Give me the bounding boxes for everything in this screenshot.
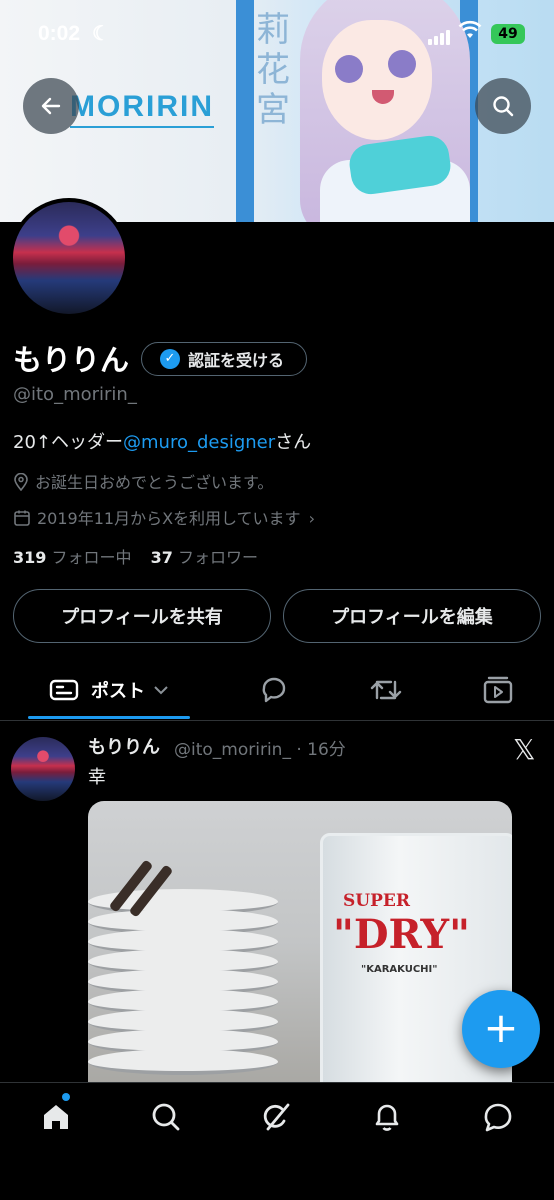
- grok-icon: [263, 1103, 290, 1131]
- x-logo-icon[interactable]: 𝕏: [513, 733, 536, 766]
- bell-icon: [375, 1104, 399, 1131]
- nav-notifications[interactable]: [367, 1097, 407, 1137]
- location-text: お誕生日おめでとうございます。: [35, 473, 274, 492]
- search-button[interactable]: [475, 78, 531, 134]
- verified-badge-icon: ✓: [160, 349, 180, 369]
- tab-replies[interactable]: [244, 660, 304, 720]
- messages-icon: [484, 1103, 512, 1132]
- nav-search[interactable]: [146, 1097, 186, 1137]
- joined-text: 2019年11月からXを利用しています: [37, 509, 301, 528]
- repost-icon: [370, 680, 402, 700]
- glass-brand-top: SUPER: [343, 891, 410, 911]
- tab-posts[interactable]: ポスト: [28, 660, 190, 720]
- profile-joined[interactable]: 2019年11月からXを利用しています ›: [13, 505, 315, 529]
- tab-reposts[interactable]: [356, 660, 416, 720]
- media-icon: [483, 676, 513, 704]
- chevron-right-icon: ›: [308, 509, 315, 528]
- post-photo[interactable]: SUPER "DRY" "KARAKUCHI": [88, 801, 512, 1083]
- search-icon: [152, 1103, 180, 1131]
- profile-tabs: ポスト: [0, 660, 554, 721]
- active-tab-indicator: [28, 716, 190, 719]
- compose-button[interactable]: +: [462, 990, 540, 1068]
- back-button[interactable]: [23, 78, 79, 134]
- glass-sub: "KARAKUCHI": [361, 964, 438, 975]
- chevron-down-icon: [154, 686, 168, 695]
- get-verified-button[interactable]: ✓ 認証を受ける: [141, 342, 307, 376]
- post-handle-time: @ito_moririn_ · 16分: [174, 740, 346, 760]
- banner-logo: MORIRIN: [70, 90, 214, 128]
- status-time: 0:02: [38, 22, 81, 45]
- followers-label: フォロワー: [177, 548, 258, 567]
- profile-handle: @ito_moririn_: [13, 384, 137, 405]
- posts-tab-icon: [49, 679, 79, 701]
- home-icon: [44, 1105, 68, 1129]
- bio-mention-link[interactable]: @muro_designer: [123, 432, 275, 453]
- post-text: 幸: [88, 767, 106, 788]
- bottom-nav: [0, 1082, 554, 1200]
- share-profile-button[interactable]: プロフィールを共有: [13, 589, 271, 643]
- back-arrow-icon: [41, 97, 61, 115]
- profile-location: お誕生日おめでとうございます。: [13, 469, 273, 493]
- tab-posts-label: ポスト: [91, 681, 145, 702]
- bio-text: 20↑ヘッダー: [13, 432, 123, 453]
- following-count: 319: [13, 548, 47, 567]
- followers-link[interactable]: 37 フォロワー: [151, 548, 258, 567]
- reply-icon: [262, 677, 286, 703]
- profile-avatar[interactable]: [9, 198, 129, 318]
- get-verified-label: 認証を受ける: [188, 351, 285, 370]
- glass-brand: "DRY": [333, 911, 470, 958]
- follow-stats: 319 フォロー中 37 フォロワー: [13, 544, 258, 568]
- battery-indicator: 49: [491, 24, 525, 44]
- post-author-name[interactable]: もりりん: [88, 733, 160, 759]
- display-name: もりりん: [13, 343, 130, 377]
- home-notification-dot: [62, 1093, 70, 1101]
- calendar-icon: [14, 510, 30, 526]
- nav-messages[interactable]: [478, 1097, 518, 1137]
- profile-bio: 20↑ヘッダー@muro_designerさん: [13, 428, 311, 454]
- bio-suffix: さん: [275, 432, 312, 453]
- moon-icon: ☾: [92, 23, 110, 45]
- following-label: フォロー中: [51, 548, 132, 567]
- post-avatar[interactable]: [11, 737, 75, 801]
- edit-profile-button[interactable]: プロフィールを編集: [283, 589, 541, 643]
- banner-side-text: 莉花宮: [256, 10, 290, 130]
- tab-media[interactable]: [468, 660, 528, 720]
- signal-icon: [428, 26, 452, 45]
- search-icon: [493, 96, 514, 117]
- location-pin-icon: [14, 472, 28, 492]
- followers-count: 37: [150, 548, 173, 567]
- following-link[interactable]: 319 フォロー中: [13, 548, 132, 567]
- wifi-icon: [458, 20, 482, 46]
- nav-grok[interactable]: [256, 1097, 296, 1137]
- nav-home[interactable]: [36, 1097, 76, 1137]
